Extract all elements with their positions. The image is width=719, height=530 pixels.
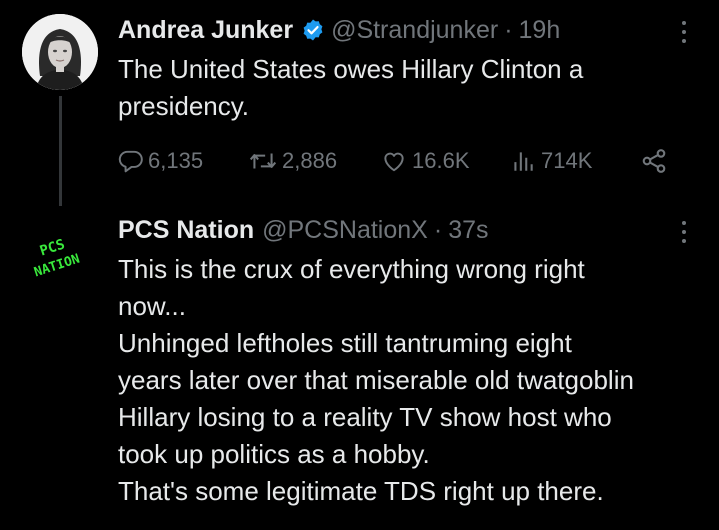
view-count: 714K	[541, 148, 593, 173]
views-icon	[514, 152, 533, 171]
tweet-text-line: now...	[118, 291, 186, 321]
reply-count: 6,135	[148, 148, 204, 173]
reply-button[interactable]: 6,135	[118, 143, 203, 179]
heart-icon	[384, 152, 404, 172]
views-button[interactable]: 714K	[509, 143, 592, 179]
tweet-text-line: Unhinged leftholes still tantruming eigh…	[118, 328, 572, 358]
verified-badge-icon[interactable]	[301, 18, 325, 42]
tweet-text-line: This is the crux of everything wrong rig…	[118, 254, 585, 284]
timestamp[interactable]: 19h	[519, 16, 561, 45]
author-handle[interactable]: @PCSNationX	[262, 216, 428, 245]
share-icon	[642, 149, 666, 173]
tweet-text-line: presidency.	[118, 91, 250, 121]
avatar[interactable]	[22, 14, 98, 90]
timestamp[interactable]: 37s	[448, 216, 488, 245]
author-name[interactable]: Andrea Junker	[118, 16, 293, 45]
more-options-icon[interactable]	[674, 218, 694, 246]
reply-icon	[118, 150, 143, 173]
tweet-text-line: took up politics as a hobby.	[118, 439, 430, 469]
repost-button[interactable]: 2,886	[248, 143, 337, 179]
author-name[interactable]: PCS Nation	[118, 216, 254, 245]
like-count: 16.6K	[412, 148, 470, 173]
share-button[interactable]	[640, 143, 668, 179]
tweet-text-line: That's some legitimate TDS right up ther…	[118, 476, 604, 506]
tweet-text-line: years later over that miserable old twat…	[118, 365, 634, 395]
separator-dot: ·	[433, 215, 443, 244]
tweet-header: PCS Nation @PCSNationX · 37s	[118, 212, 489, 248]
tweet-text-line: The United States owes Hillary Clinton a	[118, 54, 584, 84]
tweet-header: Andrea Junker @Strandjunker · 19h	[118, 12, 560, 48]
author-handle[interactable]: @Strandjunker	[331, 16, 498, 45]
repost-count: 2,886	[282, 148, 338, 173]
separator-dot: ·	[504, 15, 513, 44]
tweet-text-line: Hillary losing to a reality TV show host…	[118, 402, 612, 432]
repost-icon	[249, 153, 277, 169]
tweet-text: This is the crux of everything wrong rig…	[118, 251, 698, 510]
like-button[interactable]: 16.6K	[380, 143, 470, 179]
tweet-text: The United States owes Hillary Clinton a…	[118, 51, 698, 125]
thread-connector-line	[59, 96, 62, 206]
avatar[interactable]: PCS NATION	[22, 214, 98, 290]
tweet-actions-bar: 6,135 2,886 16.6K 714K	[118, 143, 678, 179]
more-options-icon[interactable]	[674, 18, 694, 46]
